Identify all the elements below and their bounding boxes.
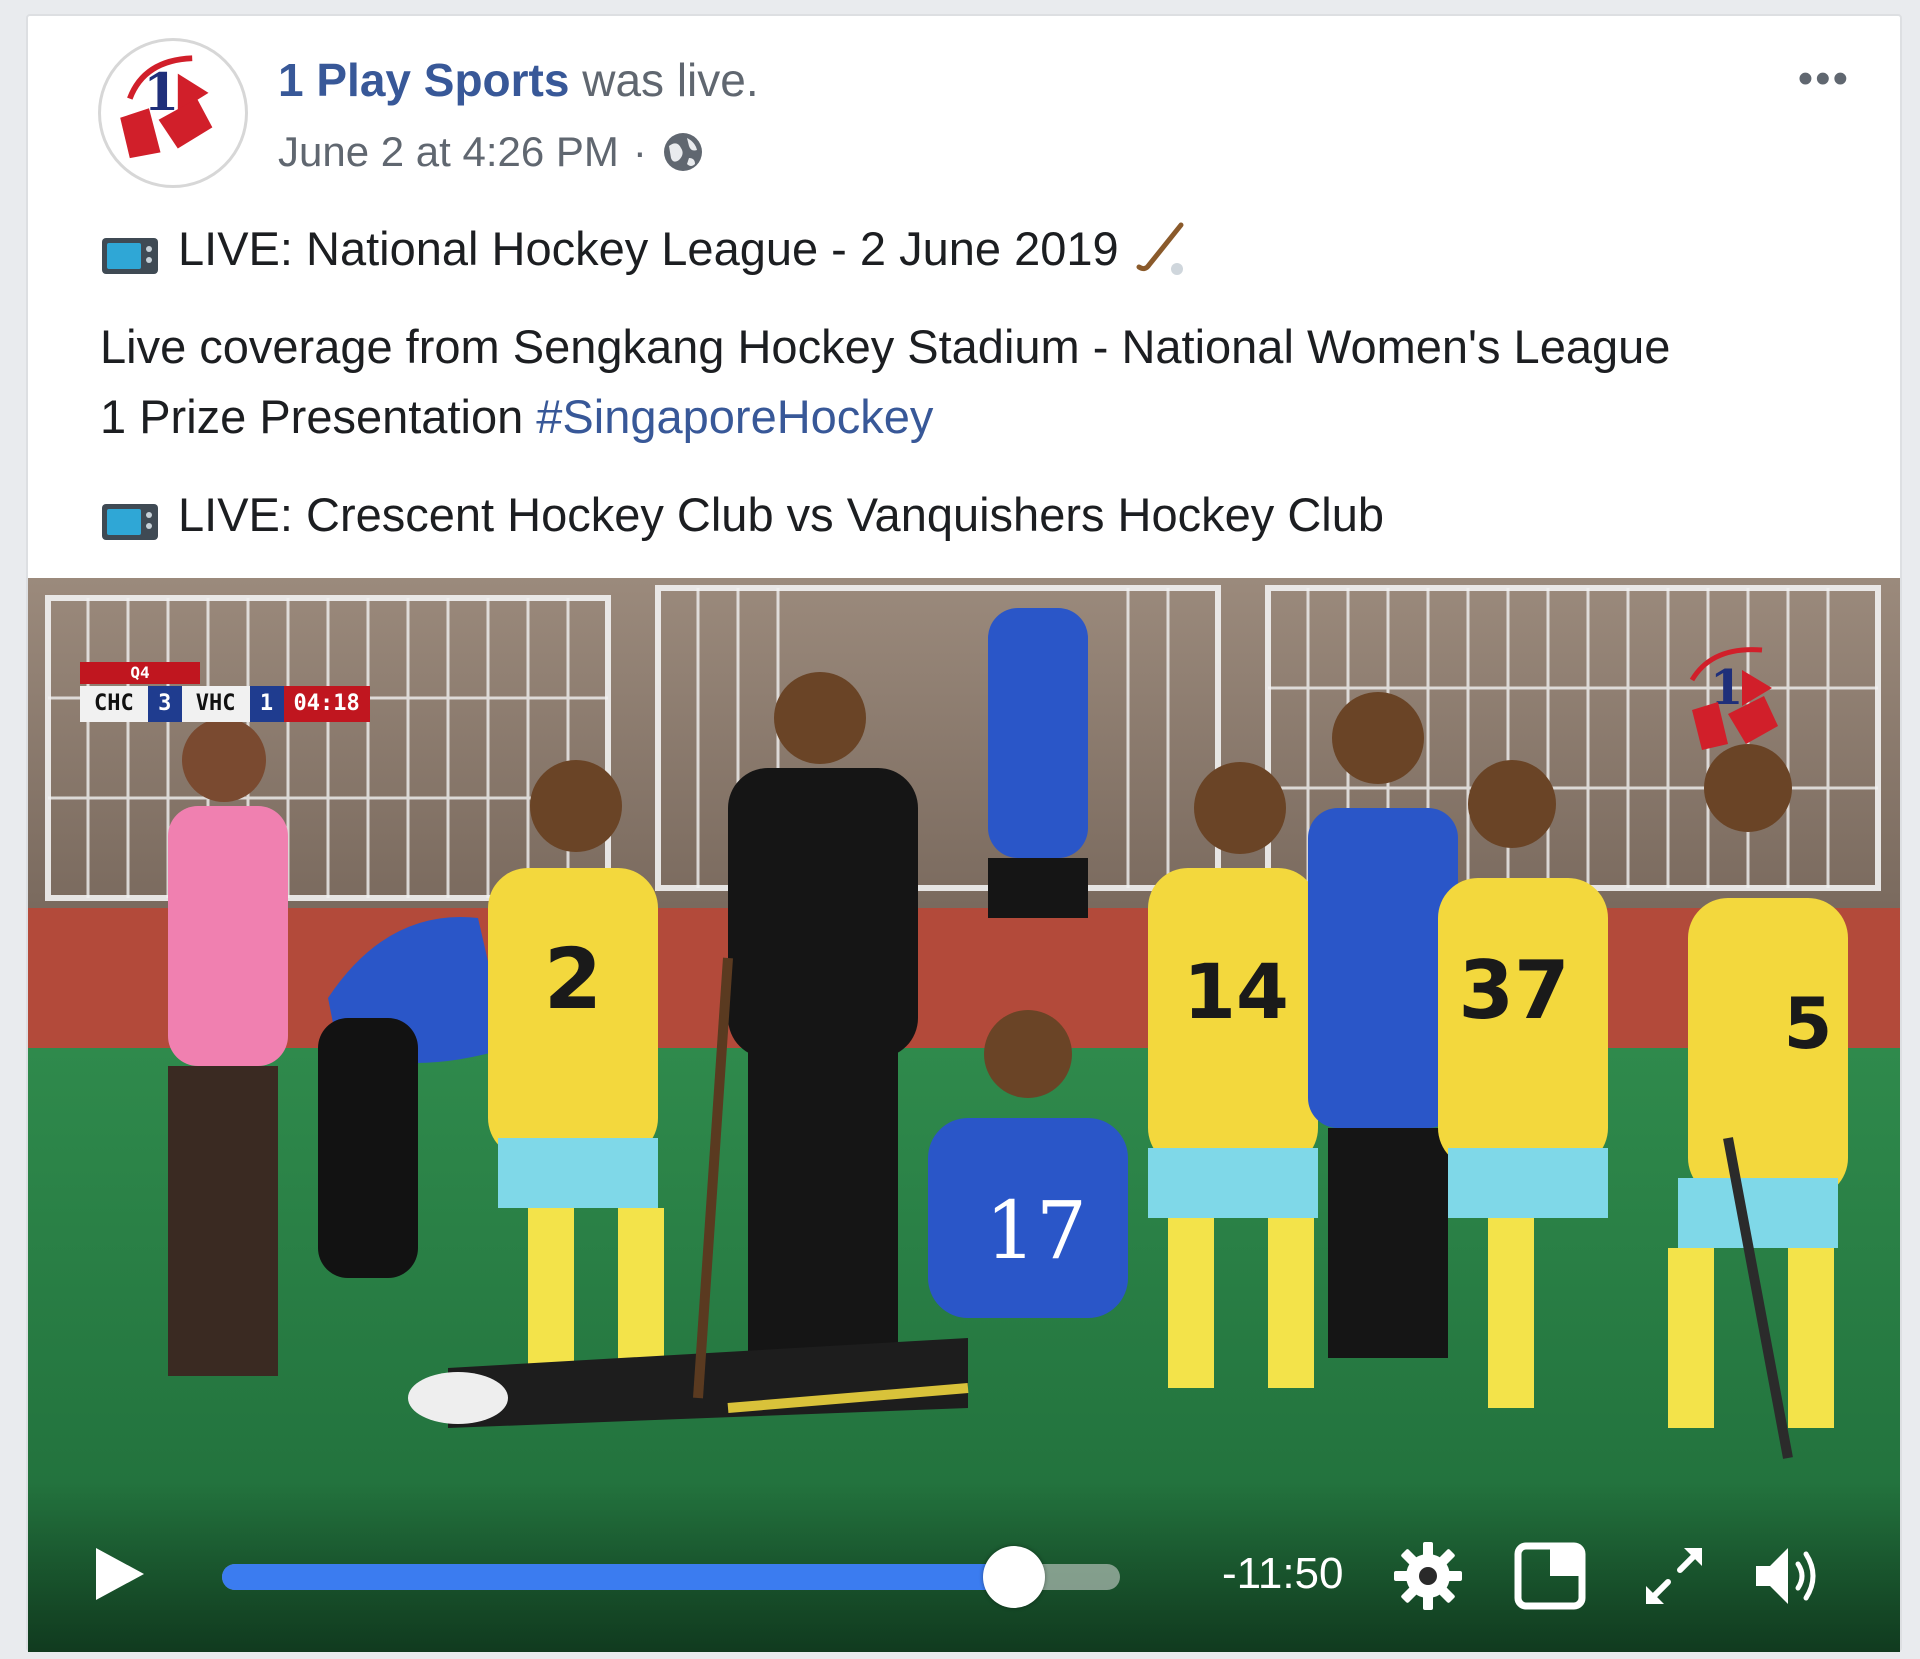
scoreboard-home-score: 3 [147,686,182,722]
author-line: 1 Play Sports was live. [278,52,759,108]
svg-text:14: 14 [1183,947,1289,1036]
meta-separator: · [632,128,647,175]
scoreboard-period: Q4 [80,662,200,684]
play-button[interactable] [86,1542,150,1606]
field-hockey-icon [1133,219,1193,279]
post-timestamp[interactable]: June 2 at 4:26 PM [278,126,619,178]
text-line-3-prefix: 1 Prize Presentation [100,390,537,443]
svg-text:2: 2 [544,930,602,1028]
television-icon [100,493,160,540]
text-line-3: 1 Prize Presentation #SingaporeHockey [100,382,1880,452]
scoreboard-overlay: Q4 CHC 3 VHC 1 04:18 [80,662,500,726]
1-play-logo: 1 [103,43,243,183]
globe-icon[interactable] [661,130,705,174]
progress-bar[interactable] [222,1546,1120,1608]
hashtag-link[interactable]: #SingaporeHockey [536,382,933,452]
progress-fill [222,1564,1015,1590]
text-paragraph: Live coverage from Sengkang Hockey Stadi… [100,312,1880,452]
scoreboard-clock: 04:18 [283,686,370,722]
post-header: 1 1 Play Sports was live. June 2 at 4:26… [74,26,1874,188]
live-title-2: LIVE: Crescent Hockey Club vs Vanquisher… [178,488,1384,541]
svg-text:37: 37 [1458,944,1569,1037]
fullscreen-icon[interactable] [1636,1538,1712,1614]
text-line-1: LIVE: National Hockey League - 2 June 20… [100,214,1880,284]
play-icon [96,1548,144,1600]
text-line-4: LIVE: Crescent Hockey Club vs Vanquisher… [100,480,1880,550]
time-remaining: -11:50 [1222,1549,1344,1598]
scoreboard-away-score: 1 [249,686,284,722]
scoreboard-home-team: CHC [80,686,148,722]
author-name-link[interactable]: 1 Play Sports [278,54,569,106]
video-player[interactable]: 2 17 14 37 5 Q4 CHC 3 VHC 1 04:18 1 -11:… [28,578,1900,1652]
page-avatar[interactable]: 1 [98,38,248,188]
more-options-icon[interactable]: ••• [1798,54,1850,104]
volume-icon[interactable] [1750,1538,1826,1614]
post-card: 1 1 Play Sports was live. June 2 at 4:26… [26,14,1902,1652]
scoreboard-away-team: VHC [181,686,250,722]
svg-text:17: 17 [985,1184,1087,1277]
svg-text:5: 5 [1784,983,1833,1065]
progress-scrubber[interactable] [983,1546,1046,1608]
post-meta: June 2 at 4:26 PM · [278,126,705,178]
1-play-watermark: 1 [1689,647,1778,750]
picture-in-picture-icon[interactable] [1512,1538,1588,1614]
live-status-text: was live. [582,54,759,106]
live-title-1: LIVE: National Hockey League - 2 June 20… [178,222,1119,275]
television-icon [100,227,160,274]
post-text: LIVE: National Hockey League - 2 June 20… [100,214,1880,550]
text-line-2: Live coverage from Sengkang Hockey Stadi… [100,320,1671,373]
gear-icon[interactable] [1390,1538,1466,1614]
scoreboard-row: CHC 3 VHC 1 04:18 [80,686,370,722]
video-controls: -11:50 [28,1482,1900,1652]
